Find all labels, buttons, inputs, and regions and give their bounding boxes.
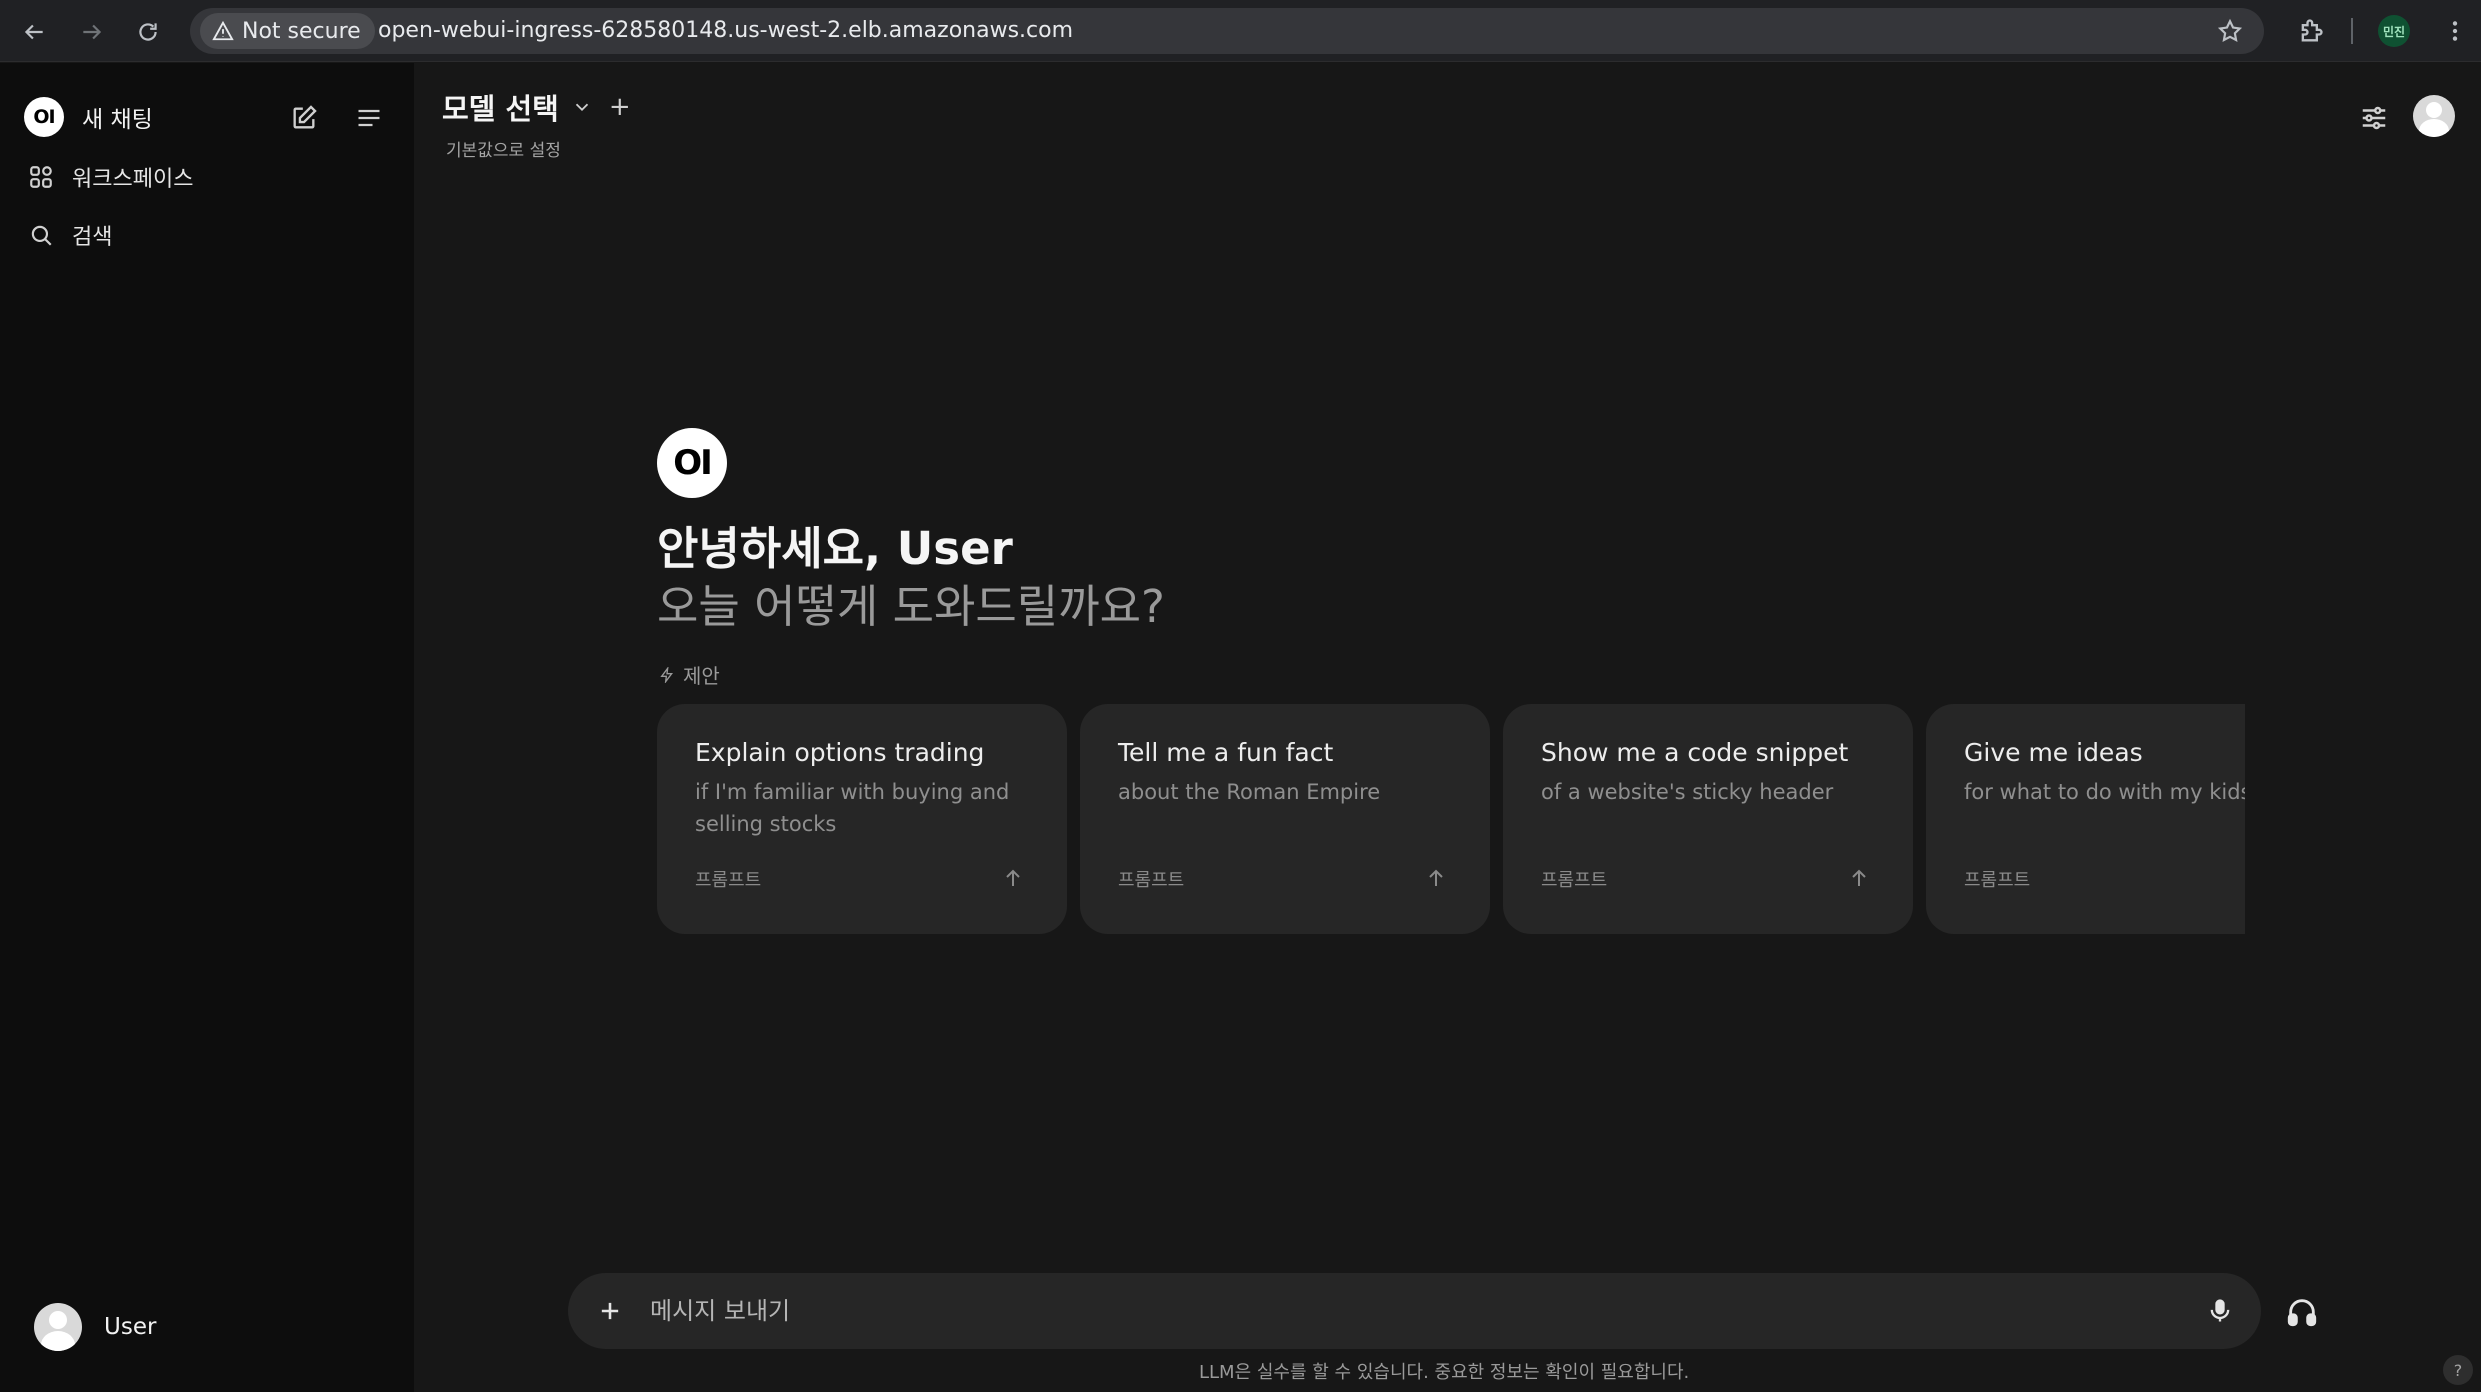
suggestion-subtitle: if I'm familiar with buying and selling … bbox=[695, 780, 1010, 836]
suggestion-card[interactable]: Show me a code snippet of a website's st… bbox=[1503, 704, 1913, 934]
arrow-up-icon bbox=[1429, 869, 1443, 886]
new-chat-label[interactable]: 새 채팅 bbox=[82, 100, 153, 134]
sidebar-item-label: 워크스페이스 bbox=[72, 167, 194, 192]
voice-mode-button[interactable] bbox=[2282, 1292, 2322, 1332]
set-default-link[interactable]: 기본값으로 설정 bbox=[446, 136, 561, 161]
dictate-button[interactable] bbox=[2202, 1293, 2238, 1329]
avatar bbox=[34, 1303, 82, 1351]
sidebar: OI 새 채팅 워크스페이스 검색 User bbox=[0, 63, 414, 1392]
reload-button[interactable] bbox=[128, 12, 168, 52]
new-chat-row[interactable]: OI 새 채팅 bbox=[24, 93, 153, 141]
workspace-grid-icon bbox=[30, 166, 52, 188]
extensions-button[interactable] bbox=[2294, 14, 2328, 48]
account-avatar[interactable] bbox=[2413, 95, 2455, 137]
plus-icon bbox=[601, 1302, 619, 1320]
suggestion-subtitle: of a website's sticky header bbox=[1541, 780, 1834, 804]
suggestions-heading: 제안 bbox=[659, 660, 720, 689]
forward-button[interactable] bbox=[72, 12, 112, 52]
headphones-icon bbox=[2287, 1299, 2317, 1327]
arrow-left-icon bbox=[24, 24, 43, 40]
browser-toolbar: Not secure open-webui-ingress-628580148.… bbox=[0, 0, 2481, 62]
suggestion-title: Tell me a fun fact bbox=[1118, 738, 1334, 767]
greeting-subtitle: 오늘 어떻게 도와드릴까요? bbox=[657, 580, 1165, 633]
chevron-down-icon bbox=[575, 103, 588, 112]
more-vertical-icon bbox=[2452, 21, 2458, 41]
sidebar-item-workspace[interactable]: 워크스페이스 bbox=[28, 155, 193, 199]
chat-controls-button[interactable] bbox=[2356, 100, 2392, 136]
attach-button[interactable] bbox=[592, 1293, 628, 1329]
arrow-right-icon bbox=[83, 24, 102, 40]
url-text[interactable]: open-webui-ingress-628580148.us-west-2.e… bbox=[378, 18, 1073, 43]
suggestion-tag: 프롬프트 bbox=[695, 870, 762, 891]
browser-menu-button[interactable] bbox=[2440, 14, 2470, 48]
address-bar[interactable]: Not secure open-webui-ingress-628580148.… bbox=[190, 8, 2264, 54]
hero-logo: OI bbox=[657, 428, 727, 498]
suggestion-card[interactable]: Give me ideas for what to do with my kid… bbox=[1926, 704, 2245, 934]
suggestion-title: Explain options trading bbox=[695, 738, 985, 767]
toolbar-divider bbox=[2351, 18, 2353, 44]
suggestion-subtitle: about the Roman Empire bbox=[1118, 780, 1381, 804]
message-composer bbox=[568, 1273, 2261, 1349]
bookmark-button[interactable] bbox=[2214, 15, 2246, 47]
sidebar-item-label: 검색 bbox=[72, 225, 113, 250]
menu-lines-icon bbox=[358, 109, 380, 127]
puzzle-icon bbox=[2301, 19, 2323, 42]
security-label: Not secure bbox=[242, 18, 361, 44]
sliders-icon bbox=[2362, 106, 2386, 130]
bolt-icon bbox=[660, 666, 673, 683]
new-chat-button[interactable] bbox=[285, 99, 323, 137]
profile-button[interactable]: 민진 bbox=[2378, 15, 2410, 47]
back-button[interactable] bbox=[14, 12, 54, 52]
toggle-sidebar-button[interactable] bbox=[350, 99, 388, 137]
pencil-square-icon bbox=[293, 105, 317, 129]
arrow-up-icon bbox=[1006, 869, 1020, 886]
suggestion-subtitle: for what to do with my kids' art bbox=[1964, 780, 2245, 804]
star-icon bbox=[2217, 18, 2243, 42]
security-indicator[interactable]: Not secure bbox=[200, 13, 375, 49]
message-input[interactable] bbox=[650, 1291, 2100, 1331]
search-icon bbox=[31, 225, 52, 246]
suggestion-card[interactable]: Explain options trading if I'm familiar … bbox=[657, 704, 1067, 934]
microphone-icon bbox=[2210, 1299, 2230, 1322]
disclaimer-text: LLM은 실수를 할 수 있습니다. 중요한 정보는 확인이 필요합니다. bbox=[1199, 1362, 1690, 1383]
greeting-title: 안녕하세요, User bbox=[657, 522, 1013, 575]
suggestion-title: Show me a code snippet bbox=[1541, 738, 1849, 767]
warning-icon bbox=[212, 20, 234, 41]
model-selector[interactable]: 모델 선택 + bbox=[442, 86, 631, 128]
suggestion-tag: 프롬프트 bbox=[1964, 870, 2031, 891]
suggestion-card[interactable]: Tell me a fun fact about the Roman Empir… bbox=[1080, 704, 1490, 934]
suggestion-tag: 프롬프트 bbox=[1118, 870, 1185, 891]
user-menu[interactable]: User bbox=[34, 1301, 156, 1353]
model-select-label: 모델 선택 bbox=[442, 92, 559, 126]
suggestion-tag: 프롬프트 bbox=[1541, 870, 1608, 891]
suggestion-cards: Explain options trading if I'm familiar … bbox=[657, 704, 2245, 934]
arrow-up-icon bbox=[1852, 869, 1866, 886]
suggestions-label: 제안 bbox=[683, 664, 720, 688]
app-logo: OI bbox=[24, 97, 64, 137]
suggestion-title: Give me ideas bbox=[1964, 738, 2143, 767]
add-model-button[interactable]: + bbox=[609, 92, 631, 122]
help-button[interactable]: ? bbox=[2443, 1355, 2473, 1385]
reload-icon bbox=[139, 23, 157, 41]
user-name: User bbox=[104, 1314, 157, 1340]
sidebar-item-search[interactable]: 검색 bbox=[28, 213, 112, 257]
